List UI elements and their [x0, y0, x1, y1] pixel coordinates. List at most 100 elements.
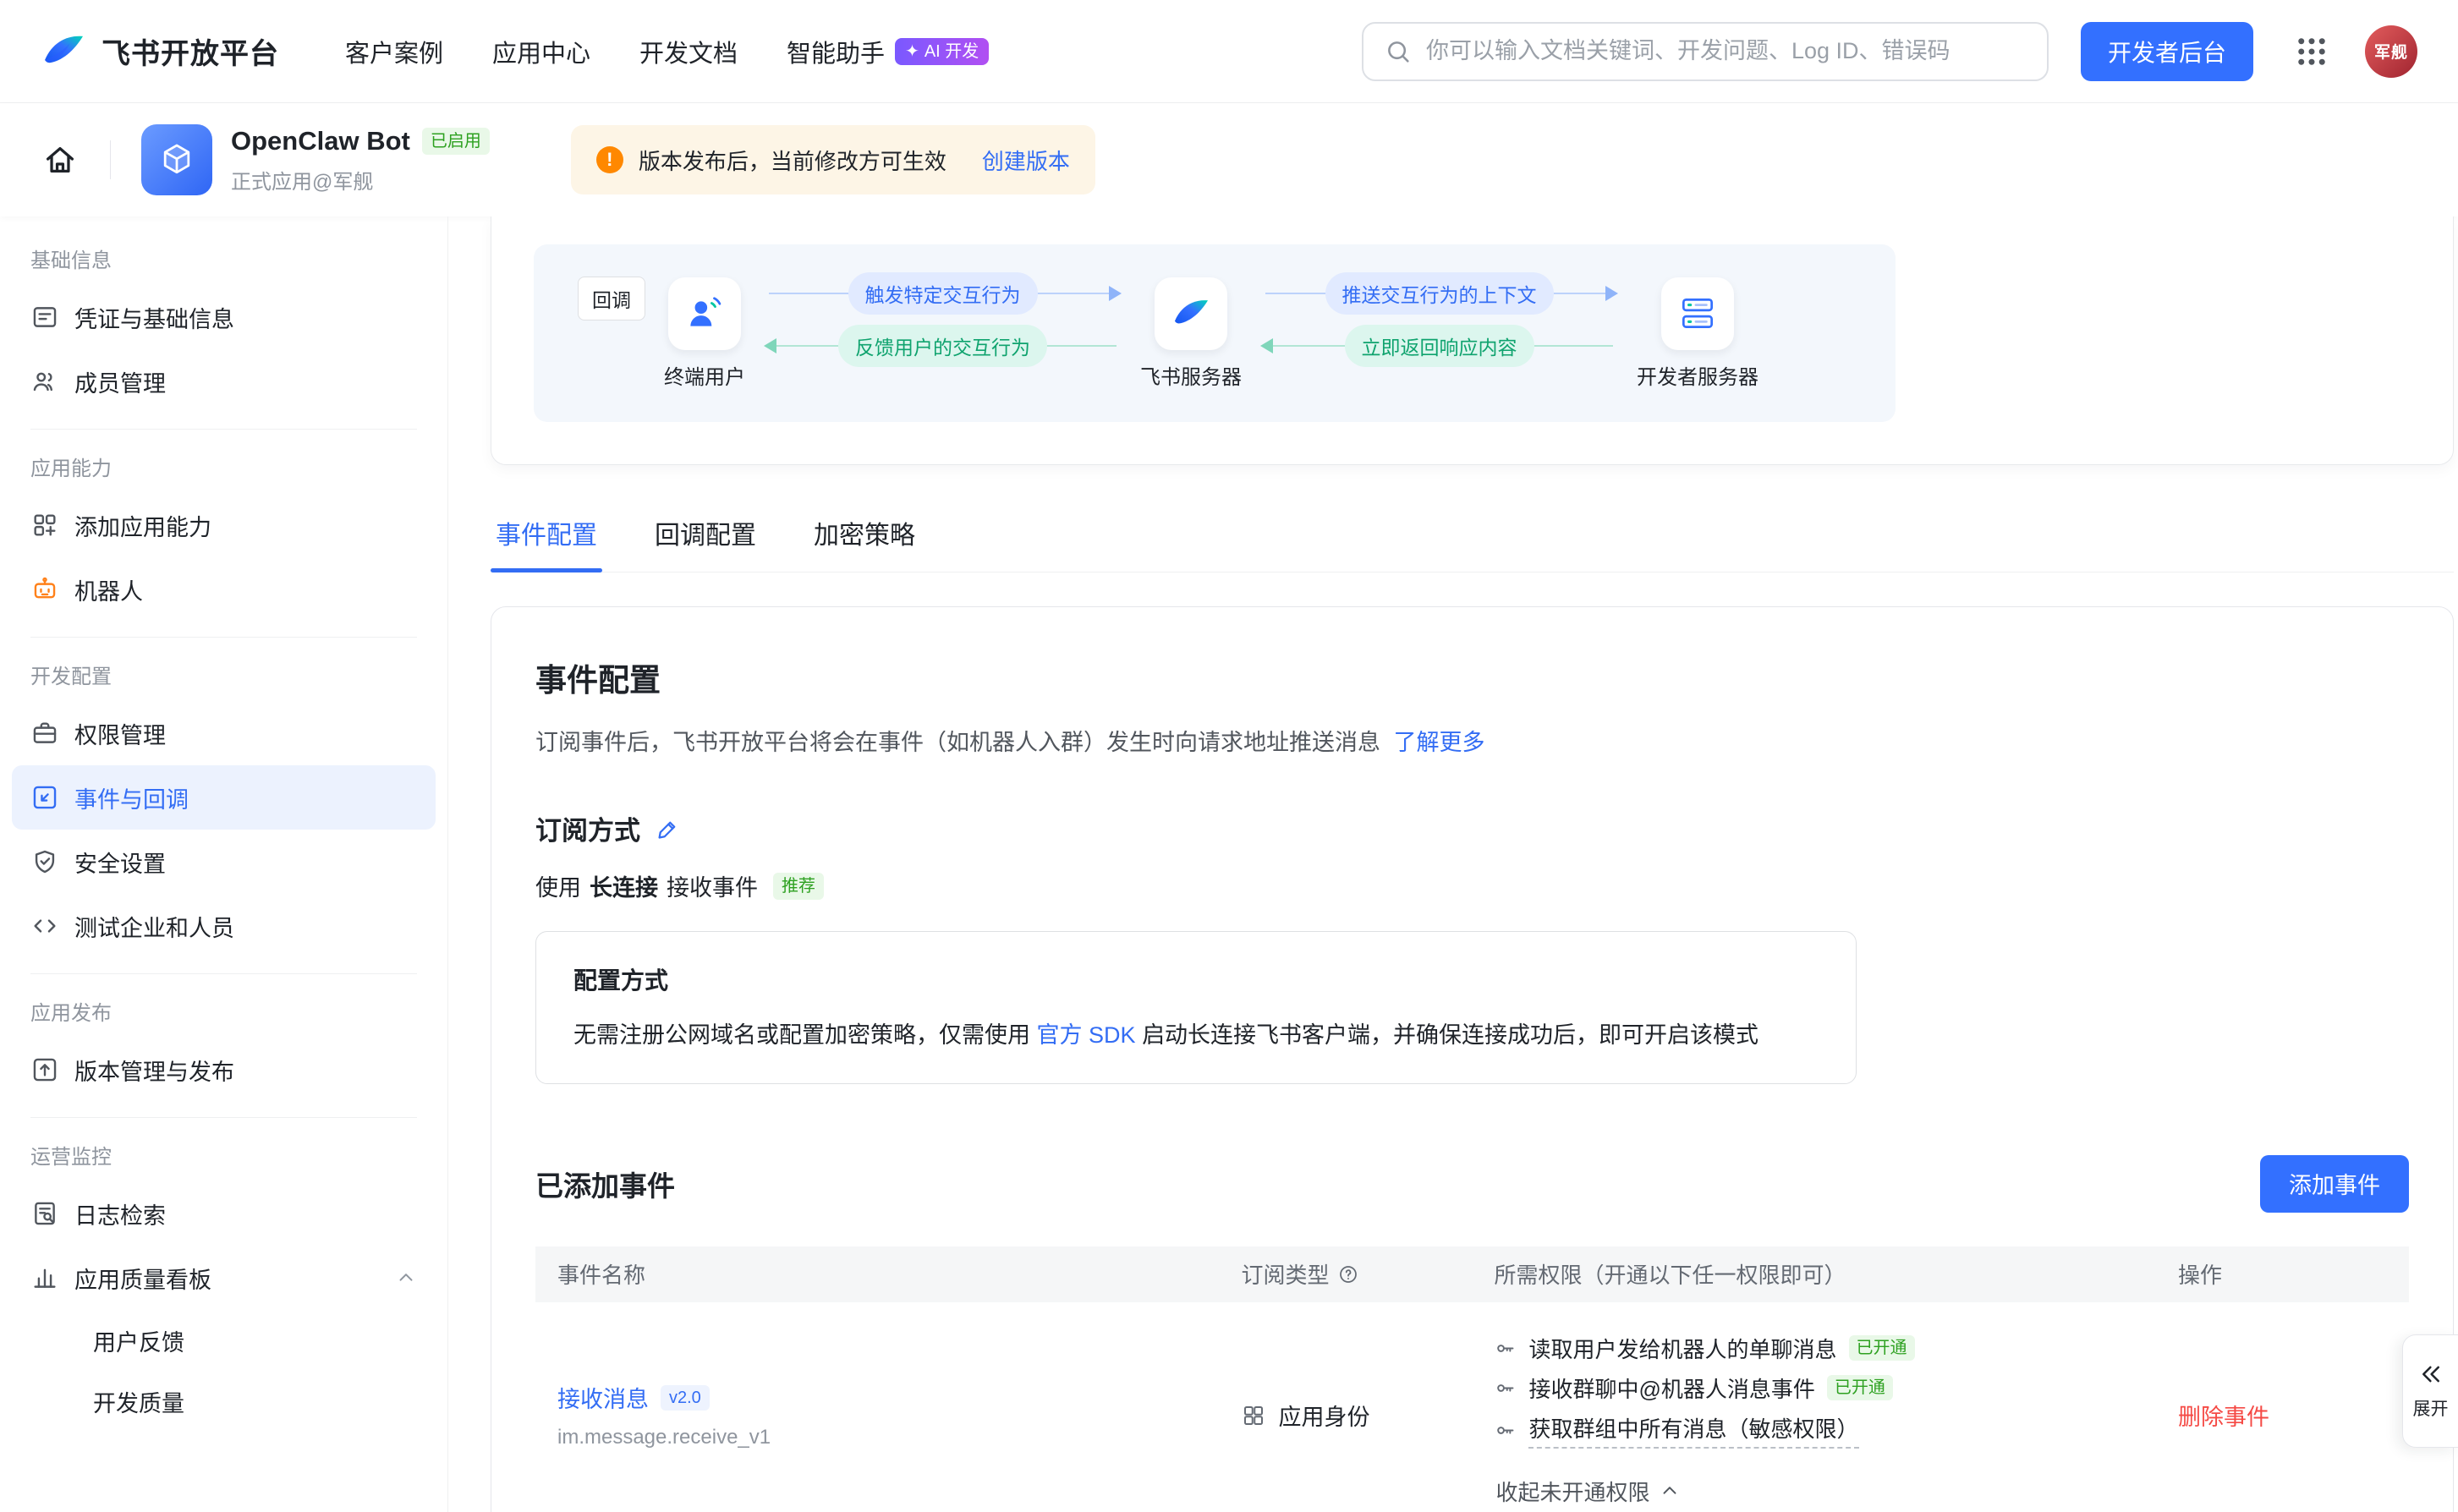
feishu-server-icon: [1155, 277, 1227, 350]
node-label: 终端用户: [664, 360, 745, 390]
user-avatar[interactable]: 军舰: [2365, 25, 2417, 78]
app-meta: OpenClaw Bot 已启用 正式应用@军舰: [231, 126, 490, 194]
sidebar-item-log-search[interactable]: 日志检索: [12, 1181, 436, 1246]
add-event-button[interactable]: 添加事件: [2260, 1155, 2409, 1213]
callback-diagram-panel: 回调 终端用户 触发特定交互行为 反馈用户的交互行为: [534, 244, 1896, 422]
help-icon[interactable]: [1337, 1263, 1359, 1285]
nav-ai-assistant-label: 智能助手: [787, 34, 885, 69]
home-icon[interactable]: [41, 140, 80, 179]
permission-text-sensitive[interactable]: 获取群组中所有消息（敏感权限）: [1528, 1412, 1858, 1449]
sidebar-section-monitoring: 运营监控: [30, 1140, 417, 1170]
search-box[interactable]: [1362, 22, 2049, 81]
sidebar-item-label: 凭证与基础信息: [74, 301, 234, 334]
sidebar-item-version-release[interactable]: 版本管理与发布: [12, 1038, 436, 1102]
sidebar-item-permissions[interactable]: 权限管理: [12, 701, 436, 765]
arrow-right: 推送交互行为的上下文: [1259, 274, 1620, 313]
version-warning-banner: ! 版本发布后，当前修改方可生效 创建版本: [571, 125, 1095, 194]
sidebar-item-security[interactable]: 安全设置: [12, 830, 436, 894]
recommend-badge: 推荐: [773, 873, 824, 900]
event-config-title: 事件配置: [535, 655, 2409, 700]
sidebar-item-user-feedback[interactable]: 用户反馈: [12, 1310, 436, 1371]
sidebar-section-capabilities: 应用能力: [30, 452, 417, 481]
create-version-link[interactable]: 创建版本: [982, 145, 1070, 176]
event-id: im.message.receive_v1: [557, 1426, 1197, 1449]
end-user-icon: [668, 277, 741, 350]
sidebar-section-basic-info: 基础信息: [30, 244, 417, 273]
feishu-logo-icon: [41, 32, 86, 71]
search-icon: [1384, 37, 1413, 66]
developer-console-button[interactable]: 开发者后台: [2081, 22, 2253, 81]
official-sdk-link[interactable]: 官方 SDK: [1037, 1022, 1136, 1048]
credential-icon: [30, 303, 59, 331]
col-required-permissions: 所需权限（开通以下任一权限即可）: [1472, 1246, 2155, 1302]
sparkle-icon: ✦: [905, 43, 919, 60]
sidebar-item-label: 应用质量看板: [74, 1262, 211, 1295]
brand[interactable]: 飞书开放平台: [41, 30, 279, 72]
main-content: 回调 终端用户 触发特定交互行为 反馈用户的交互行为: [448, 216, 2458, 1512]
search-input[interactable]: [1426, 38, 2027, 64]
arrow-label: 反馈用户的交互行为: [838, 325, 1047, 367]
arrow-right: 触发特定交互行为: [762, 274, 1123, 313]
sidebar-item-label: 事件与回调: [74, 781, 189, 814]
arrow-label: 触发特定交互行为: [848, 272, 1038, 315]
sidebar-item-label: 添加应用能力: [74, 509, 211, 542]
sidebar-item-bot[interactable]: 机器人: [12, 557, 436, 622]
sidebar-item-label: 日志检索: [74, 1197, 166, 1230]
sidebar-item-quality-dashboard[interactable]: 应用质量看板: [12, 1246, 436, 1310]
added-events-title: 已添加事件: [535, 1164, 675, 1204]
sidebar-item-label: 安全设置: [74, 846, 166, 879]
node-feishu-server: 飞书服务器: [1140, 277, 1242, 390]
nav-customer-cases[interactable]: 客户案例: [345, 34, 443, 69]
key-icon: [1494, 1377, 1517, 1400]
node-label: 飞书服务器: [1140, 360, 1242, 390]
nav-app-center[interactable]: 应用中心: [492, 34, 590, 69]
permission-text: 读取用户发给机器人的单聊消息: [1528, 1333, 1836, 1364]
quality-dashboard-icon: [30, 1263, 59, 1292]
collapse-ungranted-link[interactable]: 收起未开通权限: [1495, 1476, 1680, 1507]
permission-row: 读取用户发给机器人的单聊消息 已开通: [1494, 1333, 2133, 1364]
expand-panel-handle[interactable]: 展开: [2402, 1334, 2458, 1448]
learn-more-link[interactable]: 了解更多: [1394, 730, 1485, 755]
key-icon: [1494, 1337, 1517, 1360]
tab-callback-config[interactable]: 回调配置: [650, 507, 761, 572]
event-name-link[interactable]: 接收消息: [557, 1381, 649, 1414]
app-grid-icon[interactable]: [2294, 34, 2329, 69]
sidebar-item-events-callbacks[interactable]: 事件与回调: [12, 765, 436, 830]
chevron-up-icon: [1659, 1480, 1681, 1502]
subscribe-mode-title: 订阅方式: [535, 809, 2409, 847]
tab-event-config[interactable]: 事件配置: [491, 507, 602, 572]
key-icon: [1494, 1419, 1517, 1442]
edit-pencil-icon[interactable]: [656, 816, 681, 841]
sidebar-item-label: 成员管理: [74, 365, 166, 398]
granted-badge: 已开通: [1849, 1335, 1915, 1361]
nav-dev-docs[interactable]: 开发文档: [639, 34, 738, 69]
delete-event-link[interactable]: 删除事件: [2178, 1405, 2269, 1430]
usage-mode: 长连接: [590, 869, 658, 902]
arrow-label: 立即返回响应内容: [1345, 325, 1534, 367]
arrow-left: 反馈用户的交互行为: [762, 326, 1123, 365]
double-chevron-left-icon: [2418, 1361, 2444, 1387]
app-subtitle: 正式应用@军舰: [231, 165, 490, 194]
callback-chip: 回调: [578, 277, 645, 320]
app-icon: [141, 124, 212, 195]
col-actions: 操作: [2156, 1246, 2409, 1302]
sidebar-item-test-company[interactable]: 测试企业和人员: [12, 894, 436, 958]
sidebar-item-add-capability[interactable]: 添加应用能力: [12, 493, 436, 557]
permission-row: 获取群组中所有消息（敏感权限）: [1494, 1412, 2133, 1449]
sidebar-item-members[interactable]: 成员管理: [12, 349, 436, 414]
chevron-up-icon[interactable]: [395, 1267, 417, 1289]
nav-ai-assistant[interactable]: 智能助手 ✦ AI 开发: [787, 34, 989, 69]
permission-text: 接收群聊中@机器人消息事件: [1528, 1372, 1814, 1404]
subscribe-type-cell: 应用身份: [1241, 1399, 1450, 1432]
sidebar-item-credentials[interactable]: 凭证与基础信息: [12, 285, 436, 349]
node-label: 开发者服务器: [1637, 360, 1758, 390]
sidebar-section-dev-config: 开发配置: [30, 660, 417, 689]
tab-encryption-policy[interactable]: 加密策略: [809, 507, 920, 572]
config-tabs: 事件配置 回调配置 加密策略: [491, 507, 2454, 572]
subscribe-type-label: 应用身份: [1278, 1399, 1369, 1432]
sidebar-item-dev-quality[interactable]: 开发质量: [12, 1371, 436, 1432]
banner-text: 版本发布后，当前修改方可生效: [639, 145, 946, 176]
sidebar-item-label: 机器人: [74, 573, 143, 606]
vertical-divider: [110, 140, 111, 179]
node-developer-server: 开发者服务器: [1637, 277, 1758, 390]
